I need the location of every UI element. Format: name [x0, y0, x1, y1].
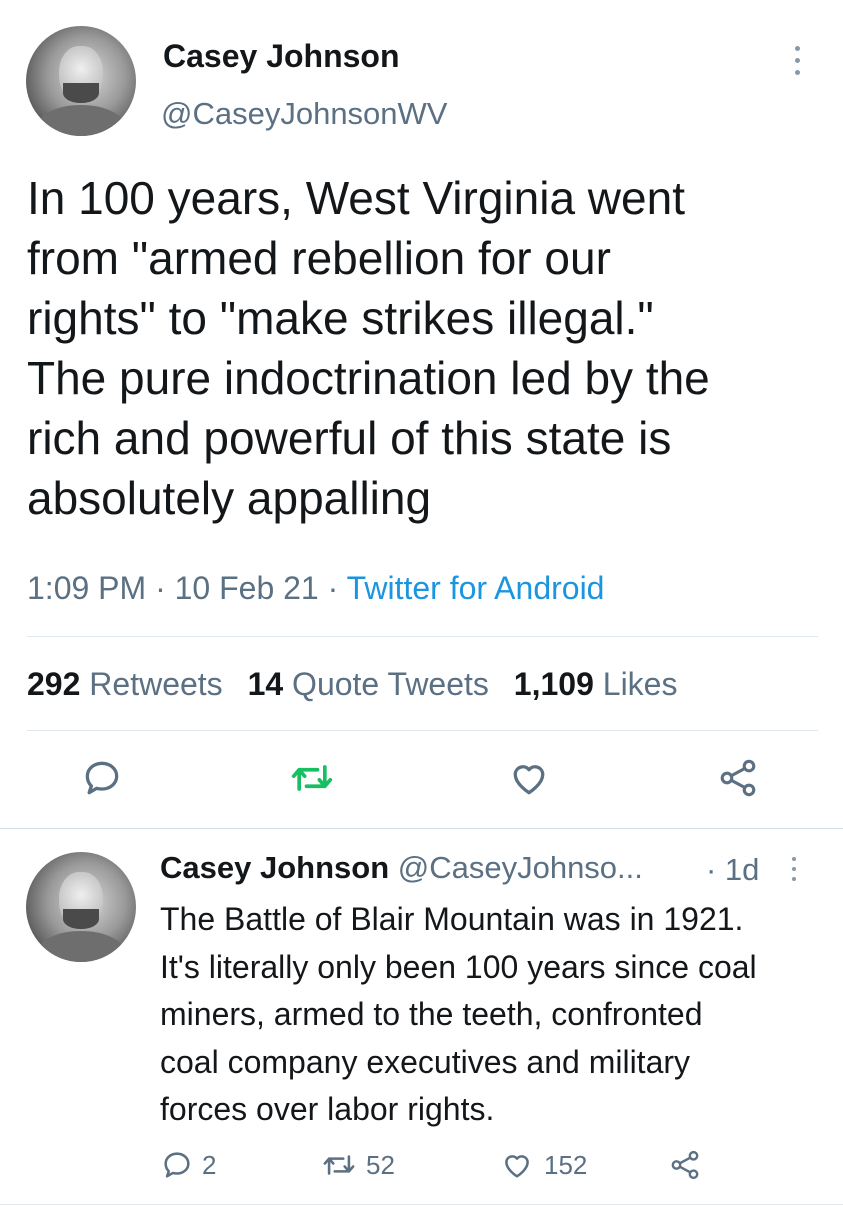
retweets-label: Retweets [89, 666, 223, 702]
meta-separator: · [327, 570, 339, 606]
reply-like-count: 152 [544, 1149, 588, 1180]
retweet-icon [323, 1155, 355, 1175]
reply-icon [85, 761, 119, 795]
like-icon [513, 765, 545, 795]
meta-separator: · [155, 570, 166, 606]
tweet-text-line: from "armed rebellion for our [27, 232, 611, 284]
reply-text: The Battle of Blair Mountain was in 1921… [160, 896, 830, 1134]
reply-author-handle[interactable]: @CaseyJohnso... [398, 850, 643, 885]
tweet-text-line: rich and powerful of this state is [27, 412, 672, 464]
reply-more-options-icon[interactable] [788, 856, 802, 886]
reply-author-name[interactable]: Casey Johnson [160, 850, 389, 885]
reply-retweet-count: 52 [366, 1149, 395, 1180]
author-handle[interactable]: @CaseyJohnsonWV [161, 96, 447, 132]
tweet-text-line: absolutely appalling [27, 472, 432, 524]
quote-tweets-stat[interactable]: 14 Quote Tweets [248, 666, 498, 702]
retweet-button[interactable] [288, 756, 336, 800]
retweets-count: 292 [27, 666, 81, 702]
divider [27, 730, 818, 731]
tweet-text: In 100 years, West Virginia went from "a… [27, 168, 827, 528]
like-button[interactable] [507, 756, 551, 800]
divider [0, 1204, 843, 1205]
like-icon [505, 1155, 529, 1178]
reply-share-button[interactable] [668, 1148, 702, 1182]
reply-age[interactable]: · 1d [706, 852, 759, 888]
likes-label: Likes [602, 666, 678, 702]
reply-header: Casey Johnson @CaseyJohnso... [160, 850, 643, 886]
reply-text-line: forces over labor rights. [160, 1091, 495, 1127]
share-icon [720, 759, 756, 797]
quote-tweets-label: Quote Tweets [292, 666, 489, 702]
author-avatar[interactable] [26, 26, 136, 136]
author-name[interactable]: Casey Johnson [163, 38, 400, 75]
divider [27, 636, 818, 637]
share-button[interactable] [716, 756, 760, 800]
reply-text-line: miners, armed to the teeth, confronted [160, 996, 703, 1032]
tweet-source-link[interactable]: Twitter for Android [347, 570, 605, 606]
reply-reply-count: 2 [202, 1149, 217, 1180]
reply-like-button[interactable]: 152 [500, 1148, 587, 1182]
retweet-icon [291, 765, 333, 791]
likes-count: 1,109 [513, 666, 594, 702]
reply-text-line: It's literally only been 100 years since… [160, 948, 757, 985]
tweet-date[interactable]: 10 Feb 21 [175, 570, 319, 606]
tweet-meta: 1:09 PM · 10 Feb 21 · Twitter for Androi… [27, 570, 604, 607]
reply-text-line: coal company executives and military [160, 1043, 691, 1080]
reply-reply-button[interactable]: 2 [160, 1148, 216, 1182]
tweet-text-line: rights" to "make strikes illegal." [27, 292, 654, 344]
tweet-time[interactable]: 1:09 PM [27, 570, 146, 606]
likes-stat[interactable]: 1,109 Likes [514, 666, 678, 702]
tweet-text-line: The pure indoctrination led by the [27, 352, 710, 404]
divider [0, 828, 843, 829]
retweets-stat[interactable]: 292 Retweets [27, 666, 232, 702]
reply-text-line: The Battle of Blair Mountain was in 1921… [160, 901, 744, 937]
tweet-text-line: In 100 years, West Virginia went [27, 172, 685, 224]
quote-tweets-count: 14 [247, 666, 284, 702]
more-options-icon[interactable] [788, 44, 808, 80]
share-icon [671, 1150, 699, 1180]
reply-button[interactable] [80, 756, 124, 800]
reply-retweet-button[interactable]: 52 [320, 1148, 395, 1182]
reply-author-avatar[interactable] [26, 852, 136, 962]
tweet-stats: 292 Retweets 14 Quote Tweets 1,109 Likes [27, 666, 677, 703]
reply-icon [164, 1152, 190, 1178]
